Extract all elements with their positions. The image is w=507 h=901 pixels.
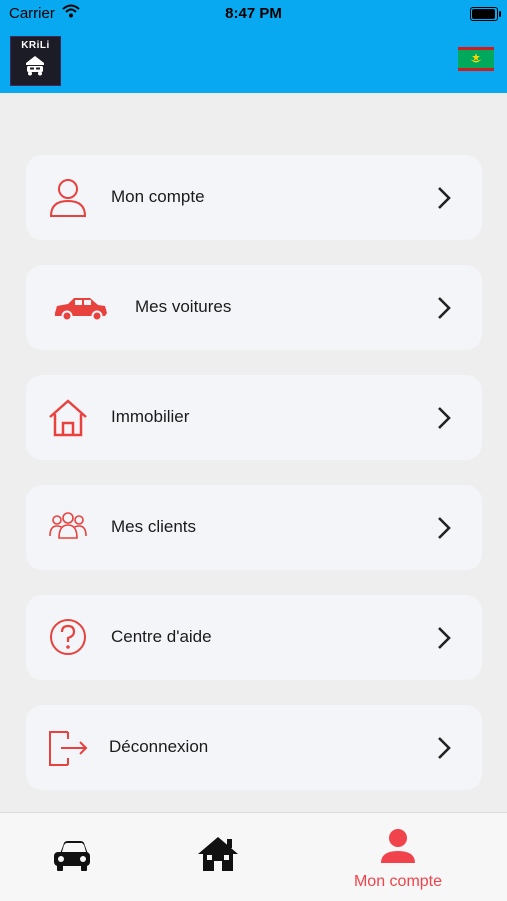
tab-mon-compte[interactable]: Mon compte: [330, 813, 466, 901]
menu-item-mes-voitures[interactable]: Mes voitures: [26, 265, 482, 350]
menu-item-deconnexion[interactable]: Déconnexion: [26, 705, 482, 790]
tab-cars[interactable]: [40, 813, 110, 901]
chevron-right-icon: [436, 736, 452, 765]
menu-item-mes-clients[interactable]: Mes clients: [26, 485, 482, 570]
home-icon: [198, 837, 238, 871]
app-logo[interactable]: KRiLi: [10, 36, 61, 86]
status-bar: Carrier 8:47 PM: [0, 0, 507, 28]
menu-item-immobilier[interactable]: Immobilier: [26, 375, 482, 460]
chevron-right-icon: [436, 186, 452, 215]
menu-label: Centre d'aide: [111, 627, 212, 646]
chevron-right-icon: [436, 296, 452, 325]
mauritania-flag-icon[interactable]: [458, 47, 494, 71]
menu-item-mon-compte[interactable]: Mon compte: [26, 155, 482, 240]
battery-icon: [470, 7, 501, 21]
tab-home[interactable]: [185, 813, 255, 901]
user-icon: [48, 177, 92, 219]
bottom-tab-bar: Mon compte: [0, 812, 507, 901]
chevron-right-icon: [436, 406, 452, 435]
menu-label: Immobilier: [111, 407, 190, 426]
group-icon: [48, 507, 92, 549]
user-icon: [381, 829, 415, 863]
logo-house-car-icon: [26, 56, 44, 76]
chevron-right-icon: [436, 626, 452, 655]
menu-label: Mon compte: [111, 187, 205, 206]
house-icon: [48, 397, 92, 439]
app-header: KRiLi: [0, 28, 507, 93]
tab-label: Mon compte: [353, 873, 443, 890]
car-icon: [54, 841, 90, 871]
menu-label: Mes clients: [111, 517, 197, 536]
menu-label: Déconnexion: [109, 737, 209, 756]
logout-icon: [48, 727, 92, 769]
car-icon: [52, 287, 110, 329]
logo-text: KRiLi: [21, 40, 50, 51]
chevron-right-icon: [436, 516, 452, 545]
menu-item-centre-aide[interactable]: Centre d'aide: [26, 595, 482, 680]
menu-label: Mes voitures: [135, 297, 232, 316]
clock: 8:47 PM: [225, 5, 282, 22]
help-icon: [48, 617, 92, 659]
